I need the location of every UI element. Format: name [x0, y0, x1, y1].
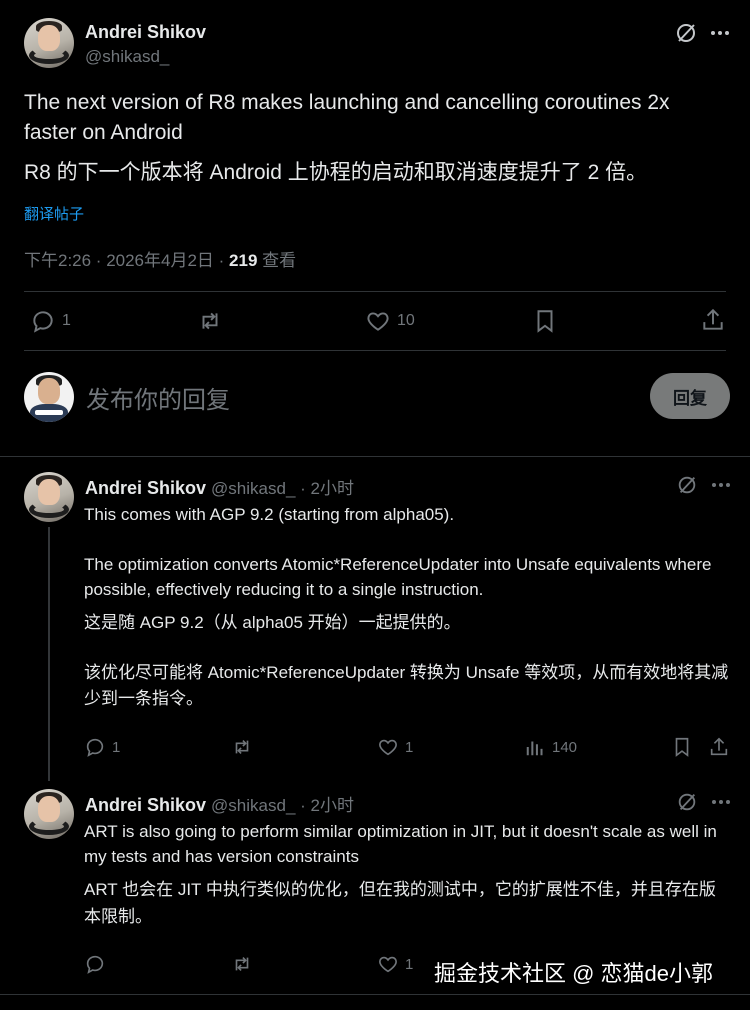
grok-icon[interactable]	[676, 474, 698, 496]
bookmark-icon	[537, 310, 553, 333]
main-post-text-en: The next version of R8 makes launching a…	[24, 91, 670, 144]
divider	[0, 456, 750, 457]
post-timestamp-row: 下午2:26 · 2026年4月2日 · 219 查看	[24, 246, 296, 271]
share-button[interactable]	[700, 307, 726, 333]
reply2-text-zh: ART 也会在 JIT 中执行类似的优化，但在我的测试中，它的扩展性不佳，并且存…	[84, 880, 716, 926]
reply2-author-name[interactable]: Andrei Shikov	[85, 795, 206, 815]
reply1-text-en-para2: The optimization converts Atomic*Referen…	[84, 555, 712, 599]
reply-icon	[86, 955, 104, 974]
my-avatar[interactable]	[24, 372, 74, 422]
reply1-like-count: 1	[405, 738, 414, 756]
main-post-avatar[interactable]	[24, 18, 74, 68]
reply1-text-zh-para2: 该优化尽可能将 Atomic*ReferenceUpdater 转换为 Unsa…	[84, 663, 729, 708]
reply1-reply-count: 1	[112, 738, 121, 756]
more-icon[interactable]	[710, 474, 732, 496]
retweet-button[interactable]	[196, 308, 224, 334]
reply1-handle-time[interactable]: @shikasd_ · 2小时	[211, 479, 354, 498]
thread-line	[48, 527, 50, 781]
post-timestamp[interactable]: 下午2:26 · 2026年4月2日 ·	[24, 251, 229, 270]
retweet-icon	[235, 739, 249, 755]
reply1-text-en-line1: This comes with AGP 9.2 (starting from a…	[84, 505, 455, 524]
translate-post-link[interactable]: 翻译帖子	[24, 203, 84, 224]
divider	[24, 350, 726, 351]
reply2-avatar[interactable]	[24, 789, 74, 839]
views-label: 查看	[257, 251, 297, 270]
reply1-share-button[interactable]	[708, 736, 730, 758]
reply1-reply-button[interactable]: 1	[84, 736, 120, 758]
reply1-header: Andrei Shikov @shikasd_ · 2小时	[85, 474, 354, 499]
grok-icon[interactable]	[674, 21, 698, 45]
like-count: 10	[397, 312, 415, 329]
reply2-text-en: ART is also going to perform similar opt…	[84, 822, 717, 866]
views-count: 219	[229, 251, 258, 270]
reply2-like-count: 1	[405, 955, 414, 973]
reply1-views-button[interactable]: 140	[524, 736, 577, 758]
watermark: 掘金技术社区 @ 恋猫de小郭	[434, 961, 714, 986]
reply-submit-button[interactable]: 回复	[650, 373, 730, 419]
main-post-text-zh: R8 的下一个版本将 Android 上协程的启动和取消速度提升了 2 倍。	[24, 161, 648, 184]
share-icon	[710, 737, 728, 756]
more-icon[interactable]	[709, 22, 731, 44]
reply1-author-name[interactable]: Andrei Shikov	[85, 478, 206, 498]
views-icon	[526, 741, 543, 756]
retweet-icon	[202, 312, 218, 330]
reply1-avatar[interactable]	[24, 472, 74, 522]
bookmark-icon	[675, 737, 689, 757]
main-post-handle[interactable]: @shikasd_	[85, 47, 169, 67]
like-icon	[367, 312, 389, 331]
reply1-views-count: 140	[552, 738, 578, 756]
reply2-retweet-button[interactable]	[230, 953, 254, 975]
reply2-like-button[interactable]: 1	[377, 953, 413, 975]
grok-icon[interactable]	[676, 791, 698, 813]
reply2-reply-button[interactable]	[84, 953, 106, 975]
like-icon	[379, 739, 397, 756]
reply-count: 1	[62, 312, 71, 329]
retweet-icon	[235, 956, 249, 972]
bookmark-button[interactable]	[532, 308, 558, 334]
like-button[interactable]: 10	[365, 308, 415, 334]
reply-icon	[86, 738, 104, 757]
reply2-header: Andrei Shikov @shikasd_ · 2小时	[85, 791, 354, 816]
main-post-author-name[interactable]: Andrei Shikov	[85, 22, 206, 43]
divider	[0, 994, 750, 995]
reply1-like-button[interactable]: 1	[377, 736, 413, 758]
reply1-retweet-button[interactable]	[230, 736, 254, 758]
like-icon	[379, 956, 397, 973]
reply1-text-zh-line1: 这是随 AGP 9.2（从 alpha05 开始）一起提供的。	[84, 613, 461, 632]
reply1-bookmark-button[interactable]	[671, 736, 693, 758]
reply-icon	[33, 311, 53, 333]
reply-composer-input[interactable]: 发布你的回复	[86, 380, 626, 415]
reply2-handle-time[interactable]: @shikasd_ · 2小时	[211, 796, 354, 815]
share-icon	[703, 308, 723, 330]
reply-submit-label: 回复	[673, 388, 707, 408]
divider	[24, 291, 726, 292]
reply-button[interactable]: 1	[30, 308, 71, 334]
more-icon[interactable]	[710, 791, 732, 813]
